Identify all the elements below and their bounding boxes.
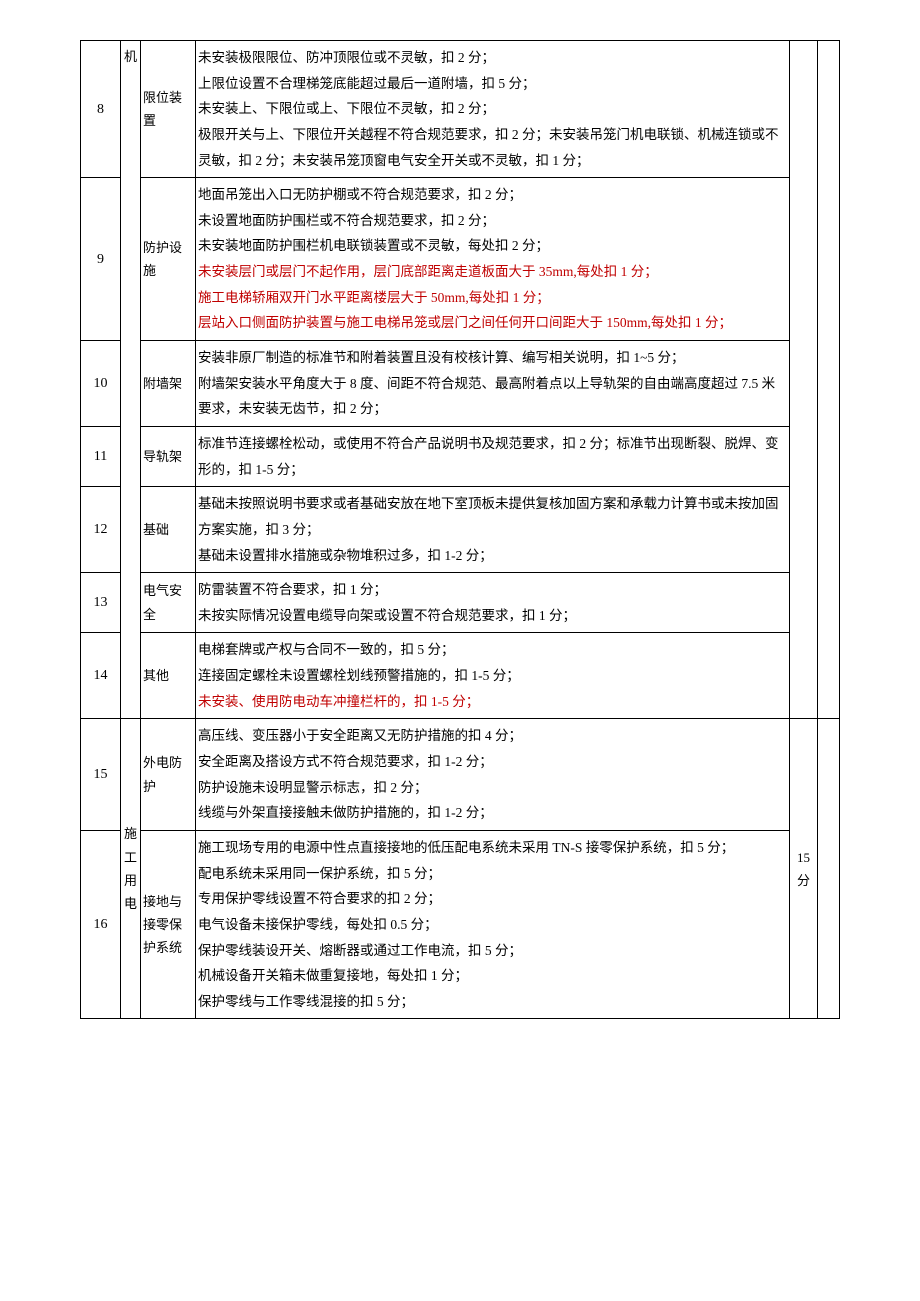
content-line: 防雷装置不符合要求，扣 1 分； (198, 577, 787, 603)
content-line: 上限位设置不合理梯笼底能超过最后一道附墙，扣 5 分； (198, 71, 787, 97)
content-line: 层站入口侧面防护装置与施工电梯吊笼或层门之间任何开口间距大于 150mm,每处扣… (198, 310, 787, 336)
content-line: 基础未设置排水措施或杂物堆积过多，扣 1-2 分； (198, 543, 787, 569)
content-line: 极限开关与上、下限位开关越程不符合规范要求，扣 2 分；未安装吊笼门机电联锁、机… (198, 122, 787, 173)
content-line: 施工现场专用的电源中性点直接接地的低压配电系统未采用 TN-S 接零保护系统，扣… (198, 835, 787, 861)
content-cell: 高压线、变压器小于安全距离又无防护措施的扣 4 分；安全距离及搭设方式不符合规范… (196, 719, 790, 831)
content-line: 未安装上、下限位或上、下限位不灵敏，扣 2 分； (198, 96, 787, 122)
content-cell: 防雷装置不符合要求，扣 1 分；未按实际情况设置电缆导向架或设置不符合规范要求，… (196, 573, 790, 633)
content-line: 施工电梯轿厢双开门水平距离楼层大于 50mm,每处扣 1 分； (198, 285, 787, 311)
content-line: 专用保护零线设置不符合要求的扣 2 分； (198, 886, 787, 912)
score-cell (790, 41, 818, 719)
row-number: 9 (81, 178, 121, 341)
item-cell: 其他 (141, 633, 196, 719)
content-cell: 基础未按照说明书要求或者基础安放在地下室顶板未提供复核加固方案和承载力计算书或未… (196, 487, 790, 573)
content-line: 标准节连接螺栓松动，或使用不符合产品说明书及规范要求，扣 2 分；标准节出现断裂… (198, 431, 787, 482)
content-line: 高压线、变压器小于安全距离又无防护措施的扣 4 分； (198, 723, 787, 749)
content-line: 地面吊笼出入口无防护棚或不符合规范要求，扣 2 分； (198, 182, 787, 208)
content-line: 基础未按照说明书要求或者基础安放在地下室顶板未提供复核加固方案和承载力计算书或未… (198, 491, 787, 542)
item-cell: 基础 (141, 487, 196, 573)
content-cell: 标准节连接螺栓松动，或使用不符合产品说明书及规范要求，扣 2 分；标准节出现断裂… (196, 426, 790, 486)
content-line: 未安装、使用防电动车冲撞栏杆的，扣 1-5 分； (198, 689, 787, 715)
content-line: 保护零线与工作零线混接的扣 5 分； (198, 989, 787, 1015)
empty-cell (818, 41, 840, 719)
row-number: 12 (81, 487, 121, 573)
content-line: 防护设施未设明显警示标志，扣 2 分； (198, 775, 787, 801)
score-cell: 15分 (790, 719, 818, 1019)
row-number: 10 (81, 341, 121, 427)
content-line: 电气设备未接保护零线，每处扣 0.5 分； (198, 912, 787, 938)
content-cell: 施工现场专用的电源中性点直接接地的低压配电系统未采用 TN-S 接零保护系统，扣… (196, 830, 790, 1018)
content-line: 未安装极限限位、防冲顶限位或不灵敏，扣 2 分； (198, 45, 787, 71)
content-line: 安全距离及搭设方式不符合规范要求，扣 1-2 分； (198, 749, 787, 775)
content-line: 附墙架安装水平角度大于 8 度、间距不符合规范、最高附着点以上导轨架的自由端高度… (198, 371, 787, 422)
content-line: 未设置地面防护围栏或不符合规范要求，扣 2 分； (198, 208, 787, 234)
item-cell: 附墙架 (141, 341, 196, 427)
category-cell: 机 (121, 41, 141, 719)
content-line: 未按实际情况设置电缆导向架或设置不符合规范要求，扣 1 分； (198, 603, 787, 629)
row-number: 11 (81, 426, 121, 486)
category-cell: 施工用电 (121, 719, 141, 1019)
empty-cell (818, 719, 840, 1019)
content-cell: 安装非原厂制造的标准节和附着装置且没有校核计算、编写相关说明，扣 1~5 分；附… (196, 341, 790, 427)
row-number: 13 (81, 573, 121, 633)
row-number: 8 (81, 41, 121, 178)
content-line: 安装非原厂制造的标准节和附着装置且没有校核计算、编写相关说明，扣 1~5 分； (198, 345, 787, 371)
item-cell: 外电防护 (141, 719, 196, 831)
item-cell: 限位装置 (141, 41, 196, 178)
inspection-table: 8机限位装置未安装极限限位、防冲顶限位或不灵敏，扣 2 分；上限位设置不合理梯笼… (80, 40, 840, 1019)
content-line: 未安装层门或层门不起作用，层门底部距离走道板面大于 35mm,每处扣 1 分； (198, 259, 787, 285)
item-cell: 防护设施 (141, 178, 196, 341)
content-cell: 地面吊笼出入口无防护棚或不符合规范要求，扣 2 分；未设置地面防护围栏或不符合规… (196, 178, 790, 341)
row-number: 14 (81, 633, 121, 719)
item-cell: 接地与接零保护系统 (141, 830, 196, 1018)
content-line: 机械设备开关箱未做重复接地，每处扣 1 分； (198, 963, 787, 989)
item-cell: 电气安全 (141, 573, 196, 633)
content-line: 未安装地面防护围栏机电联锁装置或不灵敏，每处扣 2 分； (198, 233, 787, 259)
content-line: 电梯套牌或产权与合同不一致的，扣 5 分； (198, 637, 787, 663)
content-line: 保护零线装设开关、熔断器或通过工作电流，扣 5 分； (198, 938, 787, 964)
content-cell: 电梯套牌或产权与合同不一致的，扣 5 分；连接固定螺栓未设置螺栓划线预警措施的，… (196, 633, 790, 719)
content-line: 线缆与外架直接接触未做防护措施的，扣 1-2 分； (198, 800, 787, 826)
row-number: 15 (81, 719, 121, 831)
content-cell: 未安装极限限位、防冲顶限位或不灵敏，扣 2 分；上限位设置不合理梯笼底能超过最后… (196, 41, 790, 178)
item-cell: 导轨架 (141, 426, 196, 486)
content-line: 连接固定螺栓未设置螺栓划线预警措施的，扣 1-5 分； (198, 663, 787, 689)
row-number: 16 (81, 830, 121, 1018)
content-line: 配电系统未采用同一保护系统，扣 5 分； (198, 861, 787, 887)
